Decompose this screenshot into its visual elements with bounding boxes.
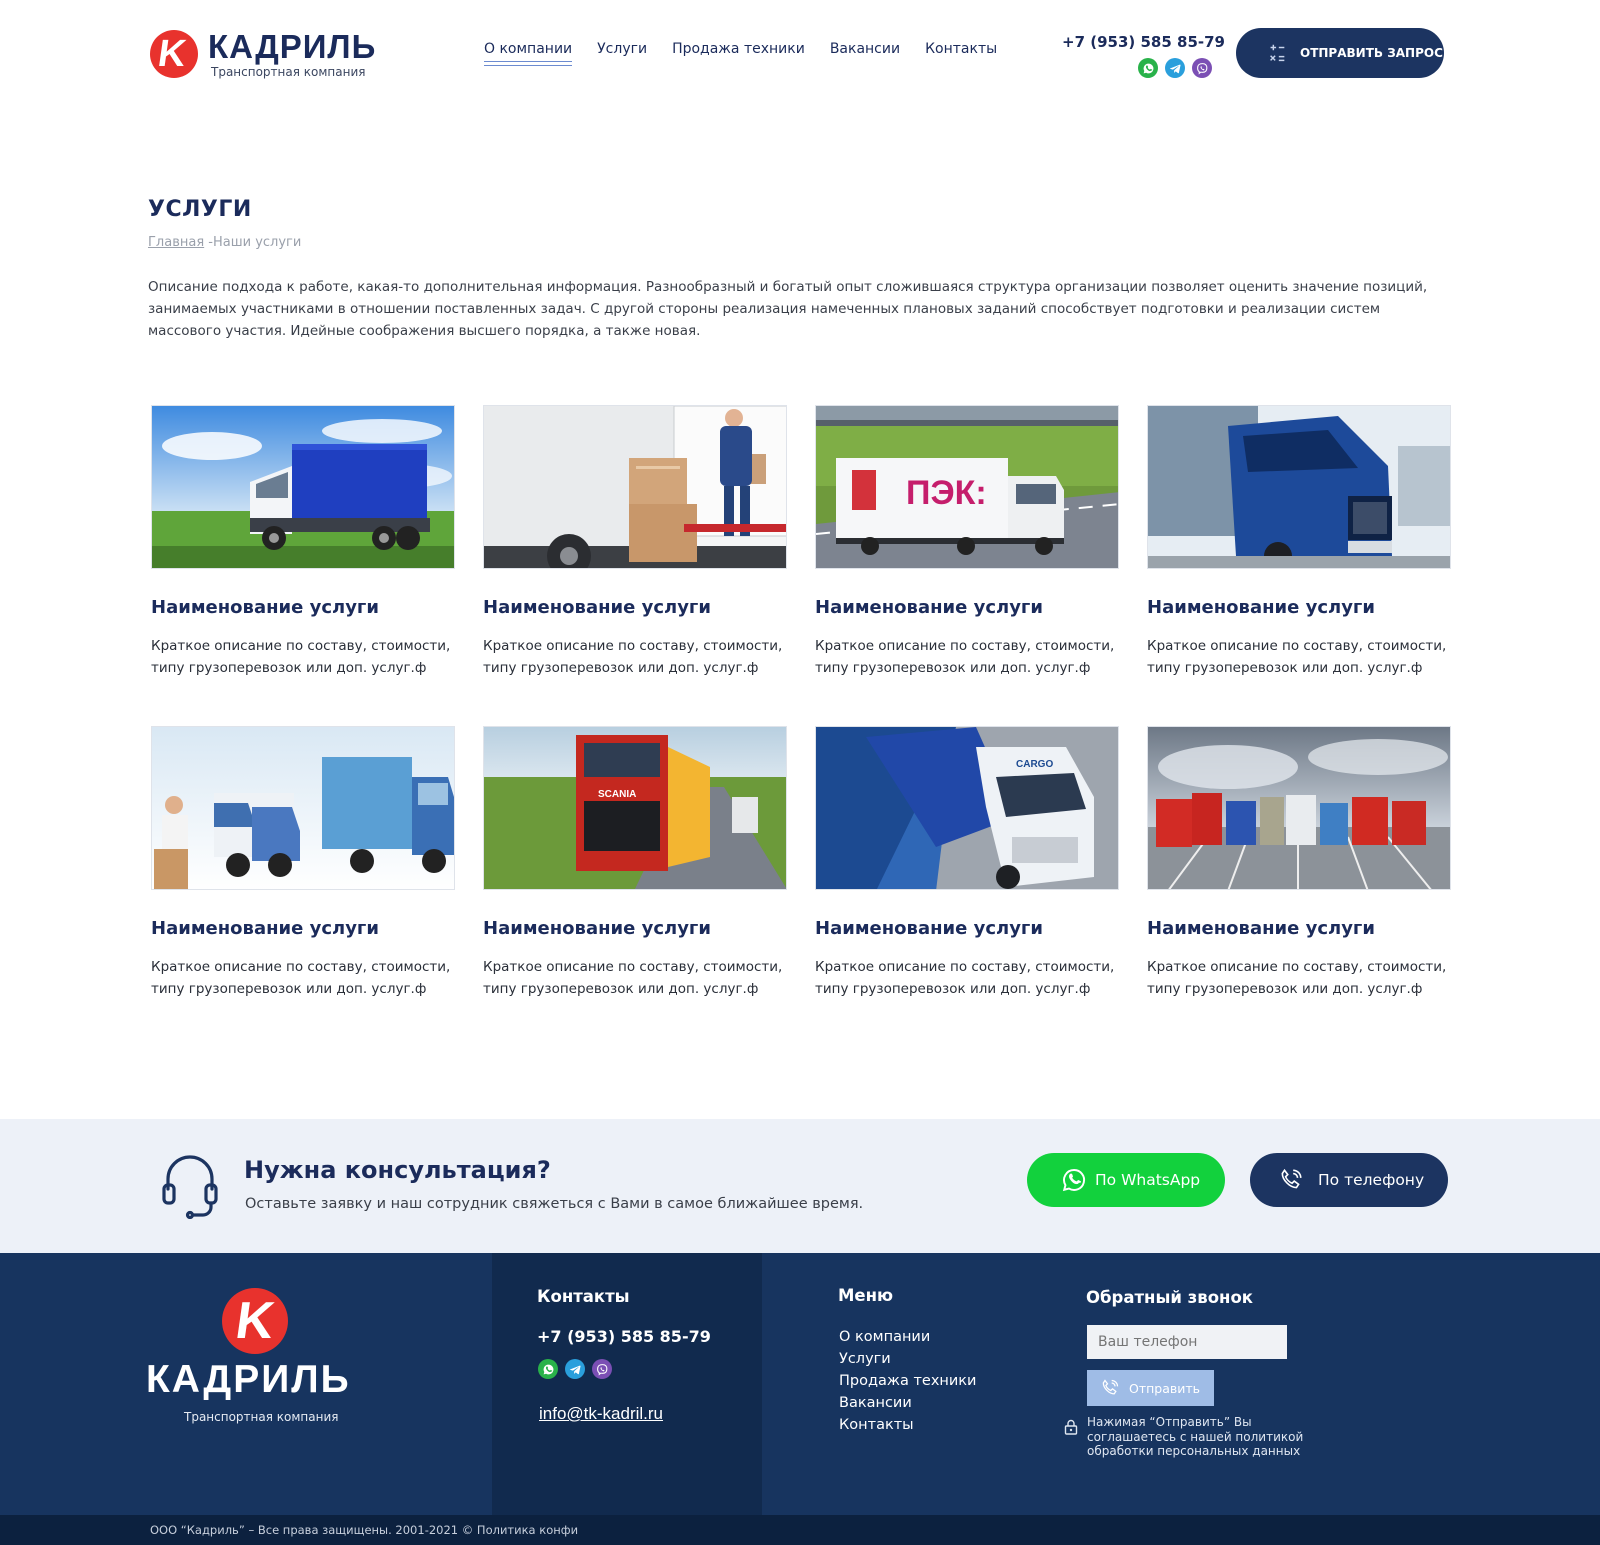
service-card[interactable]: SCANIA Наименование услуги Краткое описа… — [483, 726, 787, 1016]
footer-callback-heading: Обратный звонок — [1086, 1288, 1253, 1307]
consult-title: Нужна консультация? — [244, 1156, 551, 1184]
phone-button[interactable]: По телефону — [1250, 1153, 1448, 1207]
service-title[interactable]: Наименование услуги — [1147, 916, 1375, 942]
site-header: K КАДРИЛЬ Транспортная компания О компан… — [0, 0, 1600, 110]
header-phone[interactable]: +7 (953) 585 85-79 — [1062, 31, 1225, 53]
whatsapp-icon — [1062, 1169, 1086, 1192]
service-description: Краткое описание по составу, стоимости, … — [483, 959, 783, 997]
footer-contacts-heading: Контакты — [537, 1287, 630, 1306]
callback-send-label: Отправить — [1129, 1380, 1201, 1396]
footer-email-link[interactable]: info@tk-kadril.ru — [539, 1402, 663, 1426]
whatsapp-icon[interactable] — [538, 1359, 558, 1379]
header-messengers — [1138, 58, 1212, 78]
service-description: Краткое описание по составу, стоимости, … — [1147, 959, 1447, 997]
service-card[interactable]: Наименование услуги Краткое описание по … — [483, 405, 787, 695]
service-card[interactable]: Наименование услуги Краткое описание по … — [151, 405, 455, 695]
phone-icon — [1281, 1168, 1302, 1189]
service-image[interactable] — [1147, 405, 1451, 569]
footer-menu-item-vacancies[interactable]: Вакансии — [839, 1392, 976, 1414]
service-title[interactable]: Наименование услуги — [815, 916, 1043, 942]
service-description: Краткое описание по составу, стоимости, … — [483, 638, 783, 676]
service-image[interactable] — [483, 405, 787, 569]
service-description: Краткое описание по составу, стоимости, … — [151, 638, 451, 676]
footer-menu: О компании Услуги Продажа техники Ваканс… — [839, 1326, 976, 1436]
service-description: Краткое описание по составу, стоимости, … — [1147, 638, 1447, 676]
consult-subtitle: Оставьте заявку и наш сотрудник свяжетьс… — [245, 1196, 864, 1212]
bottom-bar: ООО “Кадриль” – Все права защищены. 2001… — [0, 1515, 1600, 1545]
breadcrumb-current: -Наши услуги — [208, 235, 302, 250]
service-image[interactable] — [151, 726, 455, 890]
calculator-icon — [1270, 44, 1285, 62]
service-image[interactable]: SCANIA — [483, 726, 787, 890]
nav-item-contacts[interactable]: Контакты — [925, 38, 997, 68]
footer: K КАДРИЛЬ Транспортная компания Контакты… — [0, 1253, 1600, 1515]
footer-menu-heading: Меню — [838, 1286, 894, 1305]
send-request-label: ОТПРАВИТЬ ЗАПРОС — [1300, 46, 1443, 60]
service-title[interactable]: Наименование услуги — [483, 916, 711, 942]
footer-menu-item-equipment-sales[interactable]: Продажа техники — [839, 1370, 976, 1392]
service-description: Краткое описание по составу, стоимости, … — [151, 959, 451, 997]
service-title[interactable]: Наименование услуги — [815, 595, 1043, 621]
headset-icon — [162, 1155, 218, 1219]
phone-button-label: По телефону — [1318, 1171, 1425, 1189]
telegram-icon[interactable] — [1165, 58, 1185, 78]
telegram-icon[interactable] — [565, 1359, 585, 1379]
callback-phone-input[interactable] — [1087, 1325, 1287, 1359]
service-title[interactable]: Наименование услуги — [483, 595, 711, 621]
service-description: Краткое описание по составу, стоимости, … — [815, 638, 1115, 676]
svg-text:ПЭК:: ПЭК: — [906, 474, 987, 512]
footer-menu-item-contacts[interactable]: Контакты — [839, 1414, 976, 1436]
whatsapp-icon[interactable] — [1138, 58, 1158, 78]
breadcrumb: Главная -Наши услуги — [148, 234, 301, 252]
page-title: УСЛУГИ — [148, 197, 252, 222]
svg-text:CARGO: CARGO — [1016, 759, 1053, 770]
nav-item-about[interactable]: О компании — [484, 38, 573, 68]
phone-icon — [1102, 1379, 1119, 1395]
consultation-banner: Нужна консультация? Оставьте заявку и на… — [0, 1119, 1600, 1253]
logo[interactable]: K КАДРИЛЬ Транспортная компания — [148, 28, 378, 80]
footer-logo-name: КАДРИЛЬ — [146, 1358, 351, 1401]
service-title[interactable]: Наименование услуги — [151, 916, 379, 942]
breadcrumb-home[interactable]: Главная — [148, 235, 204, 250]
callback-send-button[interactable]: Отправить — [1087, 1370, 1214, 1406]
whatsapp-button-label: По WhatsApp — [1095, 1171, 1201, 1189]
privacy-consent-note: Нажимая “Отправить” Вы соглашаетесь с на… — [1087, 1415, 1304, 1458]
lock-icon — [1064, 1419, 1078, 1435]
footer-menu-item-about[interactable]: О компании — [839, 1326, 976, 1348]
copyright-text: ООО “Кадриль” – Все права защищены. 2001… — [150, 1523, 579, 1537]
service-card[interactable]: Наименование услуги Краткое описание по … — [1147, 405, 1451, 695]
whatsapp-button[interactable]: По WhatsApp — [1027, 1153, 1225, 1207]
service-card[interactable]: Наименование услуги Краткое описание по … — [151, 726, 455, 1016]
service-card[interactable]: ПЭК: Наименование услуги Краткое описани… — [815, 405, 1119, 695]
service-card[interactable]: Наименование услуги Краткое описание по … — [1147, 726, 1451, 1016]
nav-item-vacancies[interactable]: Вакансии — [830, 38, 900, 68]
service-image[interactable]: CARGO — [815, 726, 1119, 890]
footer-messengers — [538, 1359, 612, 1379]
footer-menu-item-services[interactable]: Услуги — [839, 1348, 976, 1370]
logo-subtitle: Транспортная компания — [211, 65, 366, 79]
service-title[interactable]: Наименование услуги — [1147, 595, 1375, 621]
footer-logo-subtitle: Транспортная компания — [184, 1410, 339, 1424]
nav-item-equipment-sales[interactable]: Продажа техники — [672, 38, 805, 68]
service-image[interactable] — [1147, 726, 1451, 890]
main-nav: О компании Услуги Продажа техники Ваканс… — [484, 38, 1022, 68]
service-title[interactable]: Наименование услуги — [151, 595, 379, 621]
service-card[interactable]: CARGO Наименование услуги Краткое описан… — [815, 726, 1119, 1016]
logo-name: КАДРИЛЬ — [208, 28, 377, 65]
viber-icon[interactable] — [1192, 58, 1212, 78]
service-image[interactable]: ПЭК: — [815, 405, 1119, 569]
nav-item-services[interactable]: Услуги — [597, 38, 647, 68]
footer-phone[interactable]: +7 (953) 585 85-79 — [537, 1326, 711, 1348]
intro-text: Описание подхода к работе, какая-то допо… — [148, 279, 1428, 339]
svg-text:SCANIA: SCANIA — [598, 789, 636, 800]
service-image[interactable] — [151, 405, 455, 569]
service-description: Краткое описание по составу, стоимости, … — [815, 959, 1115, 997]
viber-icon[interactable] — [592, 1359, 612, 1379]
send-request-button[interactable]: ОТПРАВИТЬ ЗАПРОС — [1236, 28, 1444, 78]
